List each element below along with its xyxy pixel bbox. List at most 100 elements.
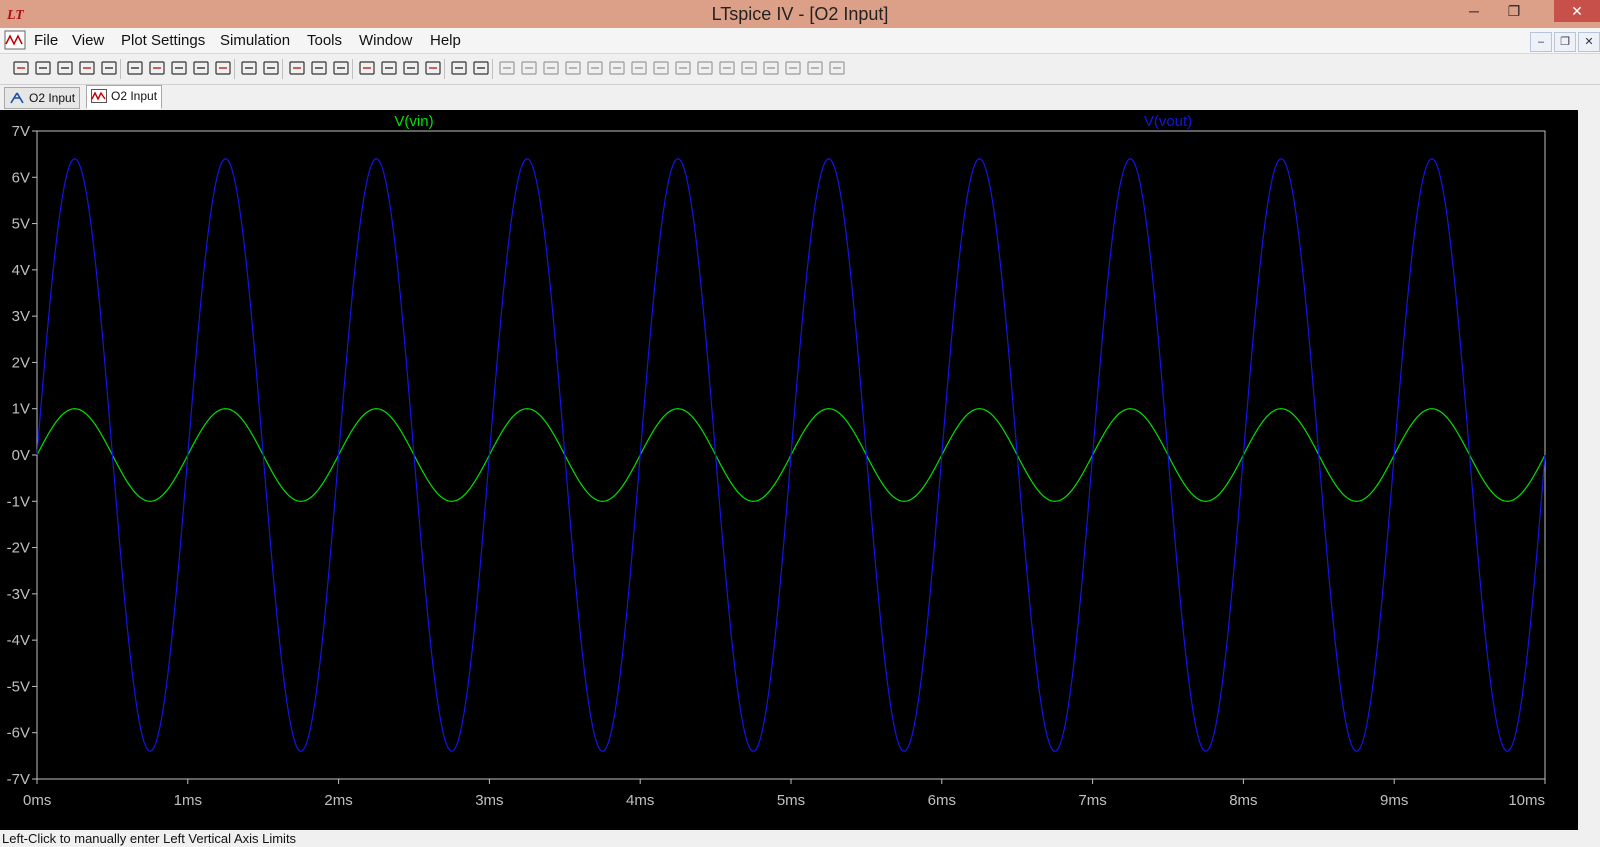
- mdi-minimize-button[interactable]: –: [1530, 32, 1552, 52]
- menu-window[interactable]: Window: [359, 32, 412, 49]
- move-icon[interactable]: [674, 59, 692, 77]
- cascade-icon[interactable]: [310, 59, 328, 77]
- menu-simulation[interactable]: Simulation: [220, 32, 290, 49]
- mdi-restore-button[interactable]: ❐: [1554, 32, 1576, 52]
- zoom-out-icon[interactable]: [192, 59, 210, 77]
- tile-horizontal-icon[interactable]: [288, 59, 306, 77]
- menu-view[interactable]: View: [72, 32, 104, 49]
- tab-label: O2 Input: [111, 89, 158, 103]
- window-title: LTspice IV - [O2 Input]: [711, 4, 889, 24]
- mirror-icon[interactable]: [784, 59, 802, 77]
- y-tick-label: -5V: [7, 678, 30, 695]
- menu-bar: File View Plot Settings Simulation Tools…: [0, 28, 1600, 54]
- open-icon[interactable]: [34, 59, 52, 77]
- control-panel-icon[interactable]: [78, 59, 96, 77]
- cut-icon[interactable]: [358, 59, 376, 77]
- tab-label: O2 Input: [29, 91, 76, 105]
- x-tick-label: 1ms: [174, 792, 202, 809]
- inductor-icon[interactable]: [608, 59, 626, 77]
- x-tick-label: 8ms: [1229, 792, 1257, 809]
- y-tick-label: 3V: [12, 308, 30, 325]
- toolbar-separator: [120, 59, 121, 79]
- y-tick-label: 0V: [12, 447, 30, 464]
- tab-bar: O2 Input O2 Input: [0, 85, 1600, 109]
- legend-label[interactable]: V(vin): [394, 113, 433, 130]
- run-icon[interactable]: [100, 59, 118, 77]
- text-icon[interactable]: [806, 59, 824, 77]
- y-tick-label: 7V: [12, 123, 30, 140]
- spice-directive-icon[interactable]: [828, 59, 846, 77]
- minimize-button[interactable]: ─: [1454, 0, 1494, 22]
- redo-icon[interactable]: [740, 59, 758, 77]
- toolbar-separator: [444, 59, 445, 79]
- y-tick-label: 4V: [12, 262, 30, 279]
- x-tick-label: 6ms: [928, 792, 956, 809]
- tile-vertical-icon[interactable]: [332, 59, 350, 77]
- y-tick-label: 6V: [12, 169, 30, 186]
- x-tick-label: 10ms: [1508, 792, 1545, 809]
- y-tick-label: -3V: [7, 586, 30, 603]
- autorange-icon[interactable]: [240, 59, 258, 77]
- menu-tools[interactable]: Tools: [307, 32, 342, 49]
- zoom-in-icon[interactable]: [170, 59, 188, 77]
- save-icon[interactable]: [56, 59, 74, 77]
- new-schematic-icon[interactable]: [12, 59, 30, 77]
- toolbar-separator: [282, 59, 283, 79]
- mdi-close-button[interactable]: ✕: [1578, 32, 1600, 52]
- x-tick-label: 2ms: [324, 792, 352, 809]
- y-tick-label: 1V: [12, 401, 30, 418]
- series-line-vout: [36, 158, 1546, 752]
- resistor-icon[interactable]: [564, 59, 582, 77]
- x-tick-label: 5ms: [777, 792, 805, 809]
- status-text: Left-Click to manually enter Left Vertic…: [2, 831, 297, 846]
- undo-icon[interactable]: [718, 59, 736, 77]
- zoom-cancel-icon[interactable]: [214, 59, 232, 77]
- toolbar-separator: [234, 59, 235, 79]
- x-tick-label: 4ms: [626, 792, 654, 809]
- title-bar: LT LTspice IV - [O2 Input] ─ ❐ ✕: [0, 0, 1600, 28]
- restore-button[interactable]: ❐: [1494, 0, 1534, 22]
- menu-help[interactable]: Help: [430, 32, 461, 49]
- toolbar: [0, 54, 1600, 85]
- waveform-icon: [91, 89, 107, 103]
- schematic-icon: [10, 92, 24, 104]
- x-tick-label: 9ms: [1380, 792, 1408, 809]
- y-tick-label: -7V: [7, 771, 30, 788]
- y-tick-label: 2V: [12, 354, 30, 371]
- x-tick-label: 3ms: [475, 792, 503, 809]
- y-tick-label: -6V: [7, 725, 30, 742]
- print-preview-icon[interactable]: [450, 59, 468, 77]
- y-tick-label: -1V: [7, 493, 30, 510]
- y-tick-label: -2V: [7, 540, 30, 557]
- pan-icon[interactable]: [126, 59, 144, 77]
- component-icon[interactable]: [652, 59, 670, 77]
- x-tick-label: 7ms: [1078, 792, 1106, 809]
- print-icon[interactable]: [472, 59, 490, 77]
- pick-traces-icon[interactable]: [262, 59, 280, 77]
- ground-icon[interactable]: [520, 59, 538, 77]
- rotate-icon[interactable]: [762, 59, 780, 77]
- find-icon[interactable]: [424, 59, 442, 77]
- copy-icon[interactable]: [380, 59, 398, 77]
- waveform-window-icon: [4, 30, 26, 50]
- x-tick-label: 0ms: [23, 792, 51, 809]
- tab-waveform[interactable]: O2 Input: [86, 85, 163, 109]
- tab-schematic[interactable]: O2 Input: [4, 87, 81, 109]
- y-tick-label: 5V: [12, 216, 30, 233]
- legend-label[interactable]: V(vout): [1144, 113, 1192, 130]
- capacitor-icon[interactable]: [586, 59, 604, 77]
- label-icon[interactable]: [542, 59, 560, 77]
- menu-file[interactable]: File: [34, 32, 58, 49]
- right-gutter: [1578, 110, 1600, 830]
- menu-plot-settings[interactable]: Plot Settings: [121, 32, 205, 49]
- status-bar: Left-Click to manually enter Left Vertic…: [0, 830, 1600, 847]
- paste-icon[interactable]: [402, 59, 420, 77]
- wire-icon[interactable]: [498, 59, 516, 77]
- zoom-area-icon[interactable]: [148, 59, 166, 77]
- diode-icon[interactable]: [630, 59, 648, 77]
- y-tick-label: -4V: [7, 632, 30, 649]
- close-button[interactable]: ✕: [1554, 0, 1600, 22]
- waveform-plot[interactable]: 7V 6V 5V 4V 3V 2V 1V 0V -1V -2V -3V -4V -5V -6V -7V 0ms…: [0, 110, 1600, 830]
- waveform-chart[interactable]: 7V 6V 5V 4V 3V 2V 1V 0V -1V -2V -3V -4V -5V -6V -7V 0ms…: [0, 110, 1578, 830]
- drag-icon[interactable]: [696, 59, 714, 77]
